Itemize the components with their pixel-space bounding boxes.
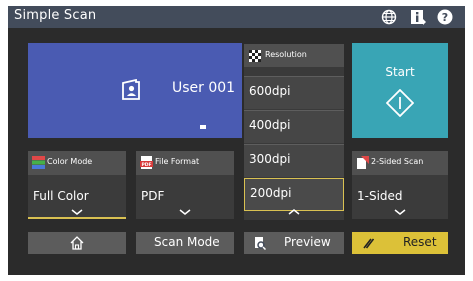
start-button[interactable]: Start <box>352 43 448 138</box>
chevron-up-icon[interactable] <box>288 209 300 215</box>
file-format-value: PDF <box>141 189 165 203</box>
resolution-option-label: 400dpi <box>249 118 291 132</box>
resolution-option-400dpi[interactable]: 400dpi <box>244 110 344 143</box>
home-icon <box>70 236 84 250</box>
svg-text:PDF: PDF <box>141 162 151 168</box>
chevron-down-icon <box>71 209 83 215</box>
resolution-option-label: 200dpi <box>250 186 292 200</box>
preview-button[interactable]: Preview <box>244 232 344 254</box>
file-format-header: PDF File Format <box>136 151 234 175</box>
start-diamond-icon <box>386 89 414 117</box>
info-icon[interactable] <box>410 9 426 25</box>
color-mode-header: Color Mode <box>28 151 126 175</box>
user-panel[interactable]: User 001 <box>28 43 242 138</box>
resolution-option-600dpi[interactable]: 600dpi <box>244 76 344 109</box>
app-title: Simple Scan <box>14 8 97 23</box>
reset-slash-icon <box>363 238 374 249</box>
two-sided-header: 2-Sided Scan <box>352 151 448 175</box>
user-name: User 001 <box>172 80 236 96</box>
resolution-dropdown[interactable]: Resolution 600dpi 400dpi 300dpi 200dpi <box>244 44 344 220</box>
resolution-option-label: 600dpi <box>249 84 291 98</box>
resolution-option-200dpi[interactable]: 200dpi <box>244 178 344 211</box>
color-mode-value: Full Color <box>33 189 89 203</box>
scan-screen: Simple Scan ? User 001 Start Color Mode … <box>8 6 465 275</box>
reset-button[interactable]: Reset <box>352 232 448 254</box>
svg-text:?: ? <box>442 11 448 24</box>
help-icon[interactable]: ? <box>437 9 453 25</box>
color-mode-accent-line <box>28 217 126 219</box>
start-label: Start <box>385 65 415 79</box>
preview-document-icon <box>255 237 266 250</box>
resolution-header: Resolution <box>244 44 344 67</box>
two-sided-value: 1-Sided <box>357 189 403 203</box>
user-secondary-marker <box>200 125 206 129</box>
two-sided-label: 2-Sided Scan <box>371 157 424 166</box>
two-sided-scan-setting[interactable]: 2-Sided Scan 1-Sided <box>352 151 448 219</box>
file-format-setting[interactable]: PDF File Format PDF <box>136 151 234 219</box>
device-frame: Simple Scan ? User 001 Start Color Mode … <box>0 0 473 281</box>
color-mode-setting[interactable]: Color Mode Full Color <box>28 151 126 219</box>
title-bar: Simple Scan ? <box>8 6 465 28</box>
color-mode-label: Color Mode <box>47 157 93 166</box>
two-sided-icon <box>357 156 369 169</box>
file-format-label: File Format <box>155 157 200 166</box>
reset-label: Reset <box>403 235 437 249</box>
globe-icon[interactable] <box>381 9 397 25</box>
resolution-option-300dpi[interactable]: 300dpi <box>244 144 344 177</box>
home-button[interactable] <box>28 232 126 254</box>
resolution-checker-icon <box>249 50 261 62</box>
chevron-down-icon <box>179 209 191 215</box>
resolution-option-label: 300dpi <box>249 152 291 166</box>
color-mode-icon <box>32 156 45 169</box>
resolution-label: Resolution <box>265 50 307 59</box>
scan-mode-button[interactable]: Scan Mode <box>136 232 234 254</box>
user-card-icon <box>122 79 140 100</box>
chevron-down-icon <box>394 209 406 215</box>
preview-label: Preview <box>284 235 331 249</box>
scan-mode-label: Scan Mode <box>154 235 220 249</box>
pdf-file-icon: PDF <box>140 156 153 169</box>
